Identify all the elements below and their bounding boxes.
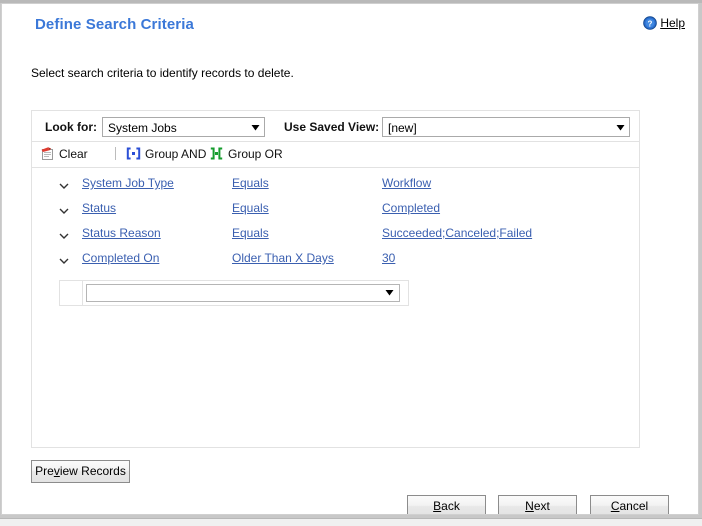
criteria-field-link[interactable]: Status	[82, 201, 116, 215]
criteria-operator-link[interactable]: Older Than X Days	[232, 251, 334, 265]
chevron-down-icon[interactable]	[59, 229, 69, 239]
criteria-field-link[interactable]: Completed On	[82, 251, 159, 265]
help-label: Help	[660, 16, 685, 30]
define-search-criteria-window: Define Search Criteria ? Help Select sea…	[1, 3, 699, 515]
chevron-down-icon	[385, 287, 394, 299]
criteria-field-link[interactable]: Status Reason	[82, 226, 161, 240]
next-button[interactable]: Next	[498, 495, 577, 514]
group-and-button[interactable]: Group AND	[126, 146, 206, 161]
criteria-row: Status Reason Equals Succeeded;Canceled;…	[32, 221, 639, 246]
chevron-down-icon[interactable]	[59, 254, 69, 264]
clear-button[interactable]: Clear	[40, 146, 88, 161]
back-post: ack	[441, 499, 460, 513]
toolbar-separator	[115, 147, 116, 160]
back-accel: B	[433, 499, 442, 513]
criteria-field-link[interactable]: System Job Type	[82, 176, 174, 190]
group-and-brackets-icon	[126, 146, 141, 161]
criteria-operator-link[interactable]: Equals	[232, 226, 269, 240]
help-link[interactable]: ? Help	[643, 16, 685, 30]
new-criteria-row	[59, 280, 409, 306]
criteria-value-link[interactable]: Succeeded;Canceled;Failed	[382, 226, 532, 240]
new-criteria-field-select[interactable]	[86, 284, 400, 302]
next-accel: N	[525, 499, 534, 513]
preview-records-button[interactable]: Preview Records	[31, 460, 130, 483]
svg-text:?: ?	[648, 19, 653, 28]
lookfor-label: Look for:	[45, 120, 97, 134]
lookfor-value: System Jobs	[108, 121, 177, 135]
cancel-post: ancel	[619, 499, 649, 513]
next-post: ext	[533, 499, 550, 513]
help-rest: elp	[668, 16, 685, 30]
criteria-operator-link[interactable]: Equals	[232, 201, 269, 215]
criteria-value-link[interactable]: 30	[382, 251, 395, 265]
criteria-row: Completed On Older Than X Days 30	[32, 246, 639, 271]
criteria-operator-link[interactable]: Equals	[232, 176, 269, 190]
group-or-brackets-icon	[209, 146, 224, 161]
criteria-panel: Look for: System Jobs Use Saved View: [n…	[31, 110, 640, 448]
clear-criteria-icon	[40, 146, 55, 161]
criteria-rows: System Job Type Equals Workflow Status E…	[32, 168, 639, 271]
saved-view-label: Use Saved View:	[284, 120, 380, 134]
lookfor-bar: Look for: System Jobs Use Saved View: [n…	[32, 111, 639, 142]
criteria-value-link[interactable]: Workflow	[382, 176, 431, 190]
help-accel: H	[660, 16, 669, 30]
instruction-text: Select search criteria to identify recor…	[31, 66, 294, 80]
lookfor-select[interactable]: System Jobs	[102, 117, 265, 137]
group-or-button[interactable]: Group OR	[209, 146, 283, 161]
group-and-label: Group AND	[145, 146, 207, 161]
criteria-value-link[interactable]: Completed	[382, 201, 440, 215]
back-button[interactable]: Back	[407, 495, 486, 514]
chevron-down-icon	[251, 121, 260, 134]
criteria-toolbar: Clear Group AND Group OR	[32, 142, 639, 168]
criteria-row: Status Equals Completed	[32, 196, 639, 221]
chevron-down-icon[interactable]	[59, 179, 69, 189]
chevron-down-icon[interactable]	[59, 204, 69, 214]
preview-post: iew Records	[59, 464, 126, 478]
saved-view-select[interactable]: [new]	[382, 117, 630, 137]
saved-view-value: [new]	[388, 121, 417, 135]
cancel-button[interactable]: Cancel	[590, 495, 669, 514]
preview-pre: Pre	[35, 464, 54, 478]
help-circle-icon: ?	[643, 16, 658, 30]
group-or-label: Group OR	[228, 146, 283, 161]
row-selector-cell	[82, 281, 83, 305]
page-title: Define Search Criteria	[35, 16, 194, 33]
criteria-row: System Job Type Equals Workflow	[32, 171, 639, 196]
clear-label: Clear	[59, 146, 88, 161]
chevron-down-icon	[616, 121, 625, 134]
